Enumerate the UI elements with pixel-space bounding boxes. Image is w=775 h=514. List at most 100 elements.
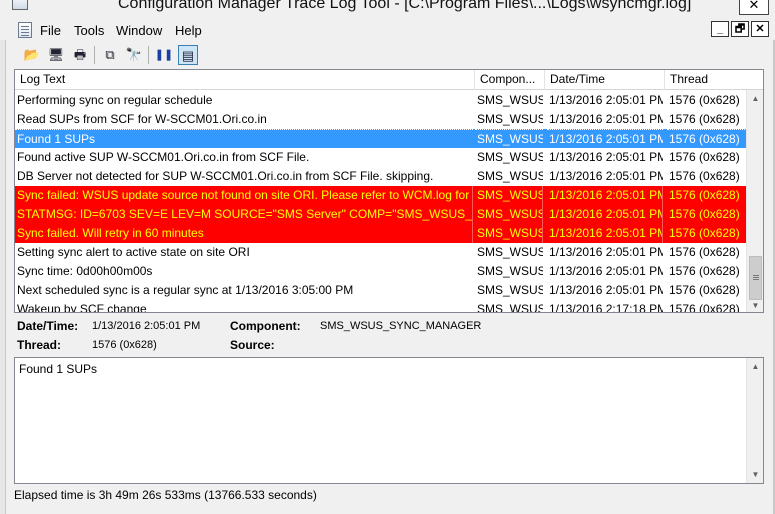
log-row-thread: 1576 (0x628) (667, 186, 747, 205)
highlight-icon[interactable]: ▤ (178, 45, 198, 65)
log-row[interactable]: Performing sync on regular schedule SMS_W… (15, 91, 747, 110)
window-title: Configuration Manager Trace Log Tool - [… (118, 0, 692, 12)
log-row-datetime: 1/13/2016 2:05:01 PM (549, 169, 663, 183)
log-row-thread: 1576 (0x628) (669, 112, 740, 126)
scroll-thumb[interactable] (749, 256, 762, 300)
log-row-component: SMS_WSUS_ (475, 186, 543, 205)
trace-log-window: Configuration Manager Trace Log Tool - [… (0, 0, 775, 514)
log-row[interactable]: Wakeup by SCF change SMS_WSUS_ 1/13/2016 2… (15, 300, 747, 313)
log-row-thread: 1576 (0x628) (669, 93, 740, 107)
log-row-text: Next scheduled sync is a regular sync at… (17, 283, 354, 297)
open-on-server-icon[interactable]: 🖥 (46, 45, 66, 65)
close-document-button[interactable]: ✕ (751, 21, 769, 37)
log-row-text: Performing sync on regular schedule (17, 93, 213, 107)
log-row-text: Wakeup by SCF change (17, 302, 147, 313)
log-row[interactable]: DB Server not detected for SUP W-SCCM01.… (15, 167, 747, 186)
thread-label: Thread: (17, 338, 62, 352)
toolbar: 📂 🖥 🖶 ⧉ 🔭 ❚❚ ▤ (14, 43, 774, 67)
log-row[interactable]: STATMSG: ID=6703 SEV=E LEV=M SOURCE="SMS… (15, 205, 747, 224)
scroll-down-arrow-icon[interactable]: ▼ (747, 297, 763, 312)
log-row-text: DB Server not detected for SUP W-SCCM01.… (17, 169, 434, 183)
log-row[interactable]: Found 1 SUPsSMS_WSUS_1/13/2016 2:05:01 P… (15, 129, 747, 148)
log-row-text: Sync failed. Will retry in 60 minutes (15, 224, 473, 243)
message-text: Found 1 SUPs (19, 362, 98, 376)
menu-tools[interactable]: Tools (74, 23, 104, 38)
restore-button[interactable]: 🗗 (731, 21, 749, 37)
menu-file[interactable]: File (40, 23, 61, 38)
copy-icon[interactable]: ⧉ (100, 45, 120, 65)
details-panel: Date/Time: 1/13/2016 2:05:01 PM Componen… (14, 316, 764, 354)
log-row-text: Sync time: 0d00h00m00s (17, 264, 153, 278)
log-row-component: SMS_WSUS_ (477, 245, 543, 259)
log-row-thread: 1576 (0x628) (669, 283, 740, 297)
log-row-text: STATMSG: ID=6703 SEV=E LEV=M SOURCE="SMS… (15, 205, 473, 224)
scroll-up-arrow-icon[interactable]: ▲ (747, 90, 763, 107)
log-row-datetime: 1/13/2016 2:05:01 PM (547, 224, 663, 243)
log-row-datetime: 1/13/2016 2:05:01 PM (549, 283, 663, 297)
message-box[interactable]: Found 1 SUPs ▲ ▼ (14, 357, 764, 484)
log-row-thread: 1576 (0x628) (669, 245, 740, 259)
log-row[interactable]: Sync time: 0d00h00m00s SMS_WSUS_ 1/13/2016… (15, 262, 747, 281)
log-row[interactable]: Sync failed. Will retry in 60 minutes SMS… (15, 224, 747, 243)
log-row-component: SMS_WSUS_ (477, 112, 543, 126)
message-scrollbar[interactable]: ▲ ▼ (746, 358, 763, 483)
log-row-text: Found 1 SUPs (15, 129, 473, 148)
log-row-text: Setting sync alert to active state on si… (17, 245, 250, 259)
log-row-datetime: 1/13/2016 2:05:01 PM (547, 129, 663, 148)
log-row-thread: 1576 (0x628) (669, 264, 740, 278)
app-icon (12, 0, 28, 10)
column-log-text[interactable]: Log Text (15, 70, 475, 90)
log-row-thread: 1576 (0x628) (669, 302, 740, 313)
document-icon[interactable] (18, 22, 32, 38)
log-row-component: SMS_WSUS_ (477, 283, 543, 297)
mdi-window-controls: _ 🗗 ✕ (709, 21, 769, 39)
log-list[interactable]: Log Text Compon... Date/Time Thread Perf… (14, 69, 764, 313)
log-row-text: Read SUPs from SCF for W-SCCM01.Ori.co.i… (17, 112, 267, 126)
datetime-value: 1/13/2016 2:05:01 PM (92, 320, 201, 332)
log-row-component: SMS_WSUS_ (477, 93, 543, 107)
title-bar[interactable]: Configuration Manager Trace Log Tool - [… (0, 0, 775, 16)
log-row-thread: 1576 (0x628) (667, 129, 747, 148)
log-row-component: SMS_WSUS_ (477, 150, 543, 164)
log-row[interactable]: Found active SUP W-SCCM01.Ori.co.in from… (15, 148, 747, 167)
log-row-component: SMS_WSUS_ (477, 169, 543, 183)
close-window-button[interactable]: ✕ (739, 0, 769, 15)
datetime-label: Date/Time: (17, 319, 79, 333)
log-row-datetime: 1/13/2016 2:05:01 PM (549, 112, 663, 126)
log-row-text: Found active SUP W-SCCM01.Ori.co.in from… (17, 150, 310, 164)
log-row[interactable]: Read SUPs from SCF for W-SCCM01.Ori.co.i… (15, 110, 747, 129)
column-component[interactable]: Compon... (475, 70, 545, 90)
window-left-border (0, 40, 6, 514)
column-datetime[interactable]: Date/Time (545, 70, 665, 90)
log-scrollbar[interactable]: ▲ ▼ (746, 90, 763, 312)
log-row-datetime: 1/13/2016 2:17:18 PM (549, 302, 663, 313)
log-row-datetime: 1/13/2016 2:05:01 PM (549, 264, 663, 278)
log-row-component: SMS_WSUS_ (477, 264, 543, 278)
pause-icon[interactable]: ❚❚ (154, 45, 174, 65)
minimize-button[interactable]: _ (711, 21, 729, 37)
log-row[interactable]: Setting sync alert to active state on si… (15, 243, 747, 262)
log-row-datetime: 1/13/2016 2:05:01 PM (549, 93, 663, 107)
log-row[interactable]: Sync failed: WSUS update source not foun… (15, 186, 747, 205)
thread-value: 1576 (0x628) (92, 339, 157, 351)
toolbar-separator (94, 46, 95, 64)
log-row-thread: 1576 (0x628) (667, 224, 747, 243)
open-icon[interactable]: 📂 (22, 45, 42, 65)
toolbar-separator (148, 46, 149, 64)
log-row-datetime: 1/13/2016 2:05:01 PM (547, 205, 663, 224)
menu-window[interactable]: Window (116, 23, 162, 38)
log-row-datetime: 1/13/2016 2:05:01 PM (549, 150, 663, 164)
print-icon[interactable]: 🖶 (70, 45, 90, 65)
scroll-down-arrow-icon[interactable]: ▼ (747, 466, 764, 483)
log-row-thread: 1576 (0x628) (669, 169, 740, 183)
find-icon[interactable]: 🔭 (124, 45, 144, 65)
status-bar-text: Elapsed time is 3h 49m 26s 533ms (13766.… (14, 488, 317, 502)
menu-help[interactable]: Help (175, 23, 202, 38)
log-row-thread: 1576 (0x628) (669, 150, 740, 164)
log-list-header: Log Text Compon... Date/Time Thread (15, 70, 763, 90)
log-row-component: SMS_WSUS_ (475, 205, 543, 224)
log-row[interactable]: Next scheduled sync is a regular sync at… (15, 281, 747, 300)
column-thread[interactable]: Thread (665, 70, 763, 90)
scroll-up-arrow-icon[interactable]: ▲ (747, 358, 764, 375)
log-rows: Performing sync on regular schedule SMS_W… (15, 91, 747, 313)
